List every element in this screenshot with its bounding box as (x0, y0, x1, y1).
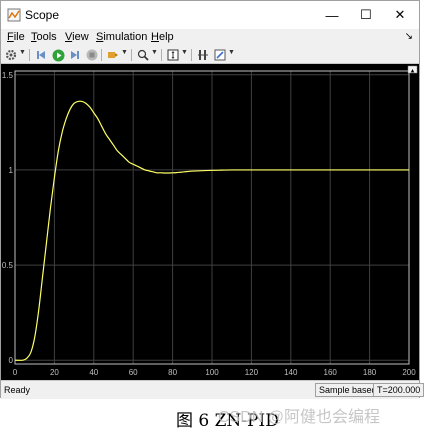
toolbar: ▼ ▼ ▼ ▼ ▼ (1, 47, 419, 64)
tick-labels: 0 20 40 60 80 100 120 140 160 180 200 0 0.5 1 1.5 (2, 71, 416, 377)
style-dropdown-arrow-icon[interactable]: ▼ (228, 49, 235, 56)
toolbar-separator (131, 49, 132, 61)
status-time: T=200.000 (373, 383, 424, 397)
status-bar: Ready Sample based T=200.000 (1, 380, 424, 399)
maximize-button[interactable]: ☐ (349, 1, 383, 29)
menu-tools[interactable]: Tools (31, 31, 57, 43)
y-tick-label: 0.5 (2, 261, 14, 270)
highlight-icon[interactable] (106, 48, 120, 62)
close-button[interactable]: ✕ (383, 1, 417, 29)
zoom-icon[interactable] (136, 48, 150, 62)
stop-icon[interactable] (85, 48, 99, 62)
close-icon: ✕ (394, 7, 406, 22)
x-tick-label: 120 (245, 368, 259, 377)
highlight-dropdown-arrow-icon[interactable]: ▼ (121, 49, 128, 56)
x-tick-label: 180 (363, 368, 377, 377)
status-ready: Ready (4, 385, 31, 395)
x-tick-label: 200 (402, 368, 416, 377)
toolbar-separator (101, 49, 102, 61)
x-tick-label: 60 (129, 368, 138, 377)
window-title: Scope (25, 8, 60, 22)
style-icon[interactable] (213, 48, 227, 62)
step-back-icon[interactable] (34, 48, 48, 62)
step-forward-icon[interactable] (68, 48, 82, 62)
scale-axes-icon[interactable] (166, 48, 180, 62)
title-bar[interactable]: Scope — ☐ ✕ (1, 1, 419, 29)
x-tick-label: 40 (89, 368, 98, 377)
scope-app-icon (7, 8, 21, 22)
scope-display[interactable]: 0 20 40 60 80 100 120 140 160 180 200 0 0.5 1 1.5 ▴ (1, 64, 419, 380)
toolbar-separator (191, 49, 192, 61)
scale-dropdown-arrow-icon[interactable]: ▼ (181, 49, 188, 56)
x-tick-label: 140 (284, 368, 298, 377)
scope-window: Scope — ☐ ✕ File Tools View Simulation H… (0, 0, 424, 399)
toolbar-separator (29, 49, 30, 61)
collapse-icon: ▴ (411, 68, 415, 75)
menu-file[interactable]: File (7, 31, 25, 43)
menu-bar: File Tools View Simulation Help ↘ (1, 29, 419, 47)
menu-help[interactable]: Help (151, 31, 174, 43)
run-icon[interactable] (51, 48, 65, 62)
toolbar-separator (161, 49, 162, 61)
y-tick-label: 1 (9, 166, 14, 175)
gear-icon[interactable] (4, 48, 18, 62)
menu-view[interactable]: View (65, 31, 89, 43)
menu-simulation[interactable]: Simulation (96, 31, 147, 43)
minimize-icon: — (325, 7, 339, 23)
x-tick-label: 160 (324, 368, 338, 377)
y-tick-label: 1.5 (2, 71, 14, 80)
plot-area[interactable]: 0 20 40 60 80 100 120 140 160 180 200 0 0.5 1 1.5 ▴ (1, 64, 419, 380)
corner-button[interactable]: ▴ (407, 65, 418, 75)
status-mode: Sample based (315, 383, 381, 397)
minimize-button[interactable]: — (315, 1, 349, 29)
x-tick-label: 80 (168, 368, 177, 377)
y-tick-label: 0 (9, 356, 14, 365)
grid-lines (14, 71, 410, 364)
cursor-measurements-icon[interactable] (196, 48, 210, 62)
x-tick-label: 100 (205, 368, 219, 377)
settings-dropdown-arrow-icon[interactable]: ▼ (19, 49, 26, 56)
maximize-icon: ☐ (360, 7, 372, 22)
watermark: CSDN @阿健也会编程 (218, 409, 381, 426)
x-tick-label: 20 (50, 368, 59, 377)
x-tick-label: 0 (13, 368, 18, 377)
menu-overflow-icon[interactable]: ↘ (405, 31, 413, 42)
zoom-dropdown-arrow-icon[interactable]: ▼ (151, 49, 158, 56)
